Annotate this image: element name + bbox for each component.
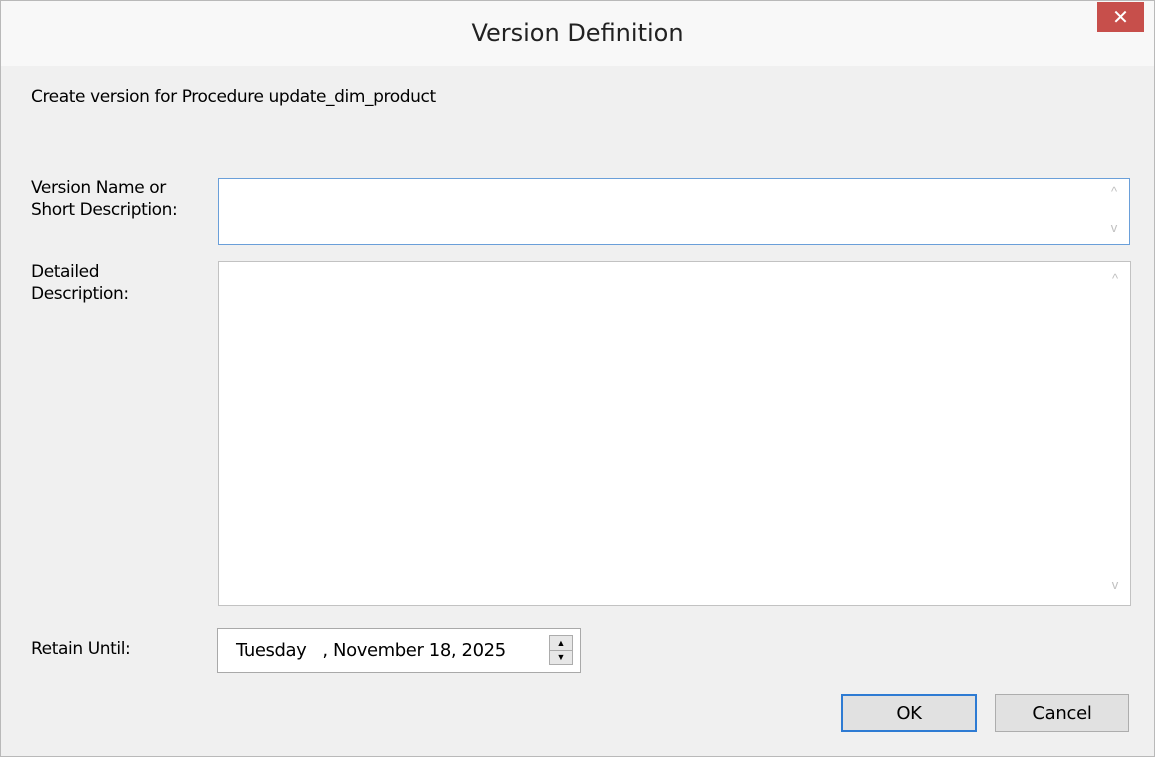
retain-until-date-picker[interactable]: Tuesday , November 18, 2025 ▲ ▼	[217, 628, 581, 673]
close-button[interactable]: ✕	[1097, 2, 1144, 32]
dialog-body: Create version for Procedure update_dim_…	[12, 66, 1144, 747]
spin-down-icon: ▼	[556, 652, 566, 662]
detailed-description-input[interactable]: ^ v	[218, 261, 1131, 606]
version-definition-dialog: Version Definition ✕ Create version for …	[0, 0, 1155, 757]
close-icon: ✕	[1112, 5, 1129, 29]
scroll-down-icon[interactable]: v	[1107, 221, 1121, 234]
ok-button[interactable]: OK	[841, 694, 977, 732]
detailed-description-label: Detailed Description:	[31, 262, 129, 304]
version-name-input[interactable]: ^ v	[218, 178, 1130, 245]
spin-up-icon: ▲	[556, 638, 566, 648]
cancel-button[interactable]: Cancel	[995, 694, 1129, 732]
spin-up-button[interactable]: ▲	[550, 636, 572, 651]
retain-until-value[interactable]: Tuesday , November 18, 2025	[236, 640, 506, 661]
scroll-down-icon[interactable]: v	[1108, 578, 1122, 591]
title-bar[interactable]: Version Definition ✕	[1, 1, 1154, 66]
retain-until-label: Retain Until:	[31, 639, 131, 659]
scroll-up-icon[interactable]: ^	[1108, 272, 1122, 285]
spin-down-button[interactable]: ▼	[550, 650, 572, 664]
dialog-title: Version Definition	[471, 19, 684, 47]
date-spinner[interactable]: ▲ ▼	[549, 635, 573, 665]
version-name-label: Version Name or Short Description:	[31, 178, 178, 220]
header-text: Create version for Procedure update_dim_…	[31, 87, 436, 107]
scroll-up-icon[interactable]: ^	[1107, 185, 1121, 198]
